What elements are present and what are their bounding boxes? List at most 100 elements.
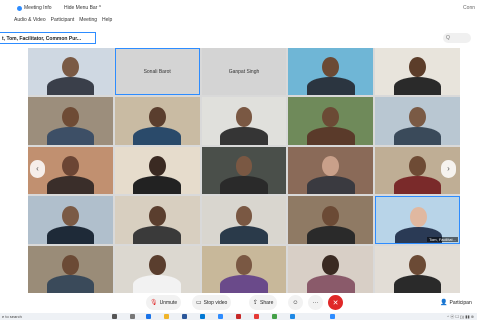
participant-video-face [322, 106, 340, 127]
smiley-icon: ☺ [292, 299, 299, 306]
os-taskbar: e to search ^ ⓦ ☐ ))) ▮▮ ⊕ [0, 313, 477, 320]
participant-video-body [393, 126, 442, 145]
search-icon[interactable] [112, 314, 117, 319]
video-tile[interactable] [114, 146, 200, 195]
video-tile[interactable] [375, 48, 460, 96]
video-tile[interactable] [28, 48, 113, 96]
meeting-info[interactable]: Meeting Info [17, 5, 52, 11]
video-tile[interactable] [201, 146, 287, 195]
menu-bar: Audio & Video Participant Meeting Help [14, 17, 112, 27]
video-tile[interactable] [201, 196, 287, 244]
video-camera-icon: ▭ [196, 300, 202, 306]
close-icon: ✕ [332, 299, 339, 307]
participant-video-face [409, 255, 427, 275]
participant-video-body [46, 176, 95, 195]
participant-video-body [393, 77, 442, 96]
taskbar-search-input[interactable]: e to search [2, 314, 22, 319]
video-tile[interactable] [114, 97, 200, 145]
video-tile[interactable] [201, 245, 287, 293]
participant-name-tag: Tom, Facilitat... [427, 236, 458, 242]
gmail-icon[interactable] [236, 314, 241, 319]
participant-video-face [235, 205, 253, 226]
participant-video-face [61, 255, 79, 275]
video-tile[interactable] [114, 245, 200, 293]
participants-label: Participan [449, 299, 472, 306]
store-icon[interactable] [182, 314, 187, 319]
menu-participant[interactable]: Participant [51, 17, 75, 27]
share-label: Share [260, 299, 274, 306]
search-icon: Q [446, 35, 450, 41]
video-tile[interactable] [28, 245, 113, 293]
stop-video-button[interactable]: ▭ Stop video [192, 295, 232, 310]
participant-video-face [409, 156, 427, 177]
participant-name: Sonali Barot [143, 68, 171, 75]
participant-video-body [307, 126, 355, 145]
participant-video-body [393, 176, 442, 195]
video-tile[interactable] [288, 97, 374, 145]
participant-video-body [46, 225, 95, 244]
participant-video-face [409, 106, 427, 127]
video-tile[interactable] [28, 196, 113, 244]
menu-audio-video[interactable]: Audio & Video [14, 17, 46, 27]
participant-video-body [133, 126, 181, 145]
participant-video-body [220, 225, 268, 244]
participant-video-face [148, 156, 166, 177]
participants-button[interactable]: 👤 Participan [436, 295, 476, 310]
video-app-icon[interactable] [330, 314, 335, 319]
participant-video-face [148, 255, 166, 275]
menu-help[interactable]: Help [102, 17, 112, 27]
participant-video-body [307, 274, 355, 293]
participant-video-face [148, 205, 166, 226]
task-view-icon[interactable] [130, 314, 135, 319]
word-icon[interactable] [290, 314, 295, 319]
share-button[interactable]: ⇪ Share [249, 295, 278, 310]
participant-name-bar[interactable]: t, Tom, Facilitator, Common Pur... [0, 32, 96, 44]
leave-button[interactable]: ✕ [328, 295, 343, 310]
participant-video-body [307, 225, 355, 244]
next-page-button[interactable]: › [441, 160, 456, 178]
video-tile[interactable] [201, 97, 287, 145]
mail-icon[interactable] [200, 314, 205, 319]
participant-video-face [322, 57, 340, 78]
menu-meeting[interactable]: Meeting [79, 17, 97, 27]
video-tile[interactable] [28, 97, 113, 145]
shield-icon [17, 5, 22, 11]
participant-video-body [393, 274, 442, 293]
video-tile[interactable] [288, 146, 374, 195]
folder-icon[interactable] [164, 314, 169, 319]
chevron-left-icon: ‹ [36, 164, 39, 173]
browser-icon[interactable] [146, 314, 151, 319]
system-tray[interactable]: ^ ⓦ ☐ ))) ▮▮ ⊕ [447, 314, 474, 320]
chrome-icon[interactable] [254, 314, 259, 319]
participant-video-body [46, 77, 95, 96]
zoom-icon[interactable] [218, 314, 223, 319]
unmute-button[interactable]: 🎙 Unmute [146, 295, 182, 310]
participant-video-face [148, 106, 166, 127]
video-tile[interactable] [375, 245, 460, 293]
video-tile[interactable]: Ganpat Singh [201, 48, 287, 96]
participant-video-face [61, 205, 79, 226]
meeting-info-label: Meeting Info [24, 5, 52, 11]
unmute-label: Unmute [159, 299, 178, 306]
video-tile[interactable] [375, 97, 460, 145]
more-button[interactable]: ··· [308, 295, 323, 310]
prev-page-button[interactable]: ‹ [30, 160, 45, 178]
search-button[interactable]: Q [443, 33, 471, 43]
video-tile[interactable]: Sonali Barot [114, 48, 200, 96]
participant-name: Ganpat Singh [228, 68, 260, 75]
video-tile[interactable]: Tom, Facilitat... [375, 196, 460, 244]
video-tile[interactable] [288, 48, 374, 96]
title-bar: Meeting Info Hide Menu Bar ^ Conn [0, 0, 477, 17]
hide-menu-bar-button[interactable]: Hide Menu Bar ^ [64, 5, 101, 11]
video-grid: Sonali Barot Ganpat Singh Tom, Facilitat..… [28, 48, 460, 293]
sheets-icon[interactable] [272, 314, 277, 319]
meeting-controls: 🎙 Unmute ▭ Stop video ⇪ Share ☺ ··· ✕ 👤 … [0, 293, 477, 313]
video-tile[interactable] [114, 196, 200, 244]
video-tile[interactable] [288, 196, 374, 244]
more-dots-icon: ··· [312, 299, 319, 306]
reactions-button[interactable]: ☺ [288, 295, 303, 310]
video-tile[interactable] [288, 245, 374, 293]
connection-label: Conn [463, 5, 475, 11]
stop-video-label: Stop video [203, 299, 228, 306]
participant-video-body [46, 274, 95, 293]
